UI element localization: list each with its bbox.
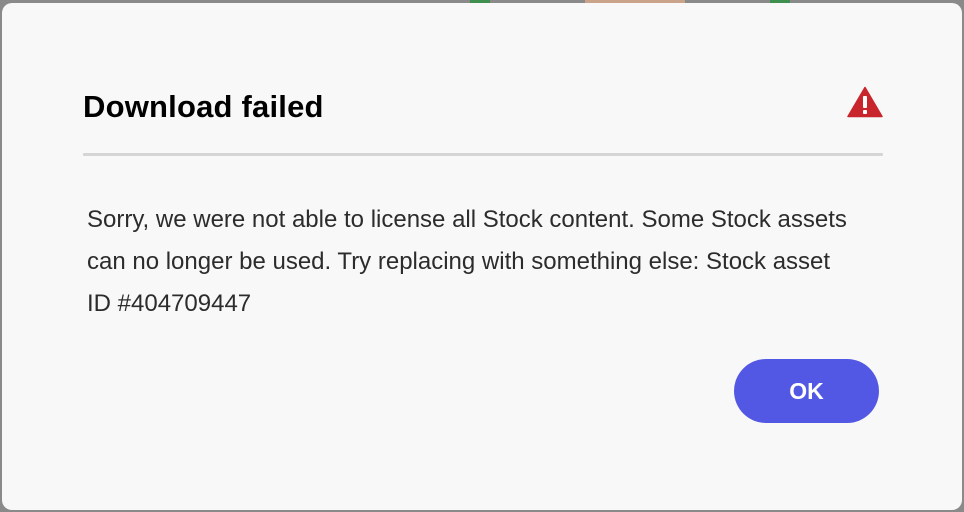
title-divider xyxy=(83,153,883,156)
ok-button[interactable]: OK xyxy=(734,359,879,423)
download-failed-dialog: Download failed Sorry, we were not able … xyxy=(2,3,962,510)
dialog-message: Sorry, we were not able to license all S… xyxy=(87,206,847,317)
warning-triangle-icon xyxy=(847,86,883,118)
dialog-title: Download failed xyxy=(83,89,324,124)
